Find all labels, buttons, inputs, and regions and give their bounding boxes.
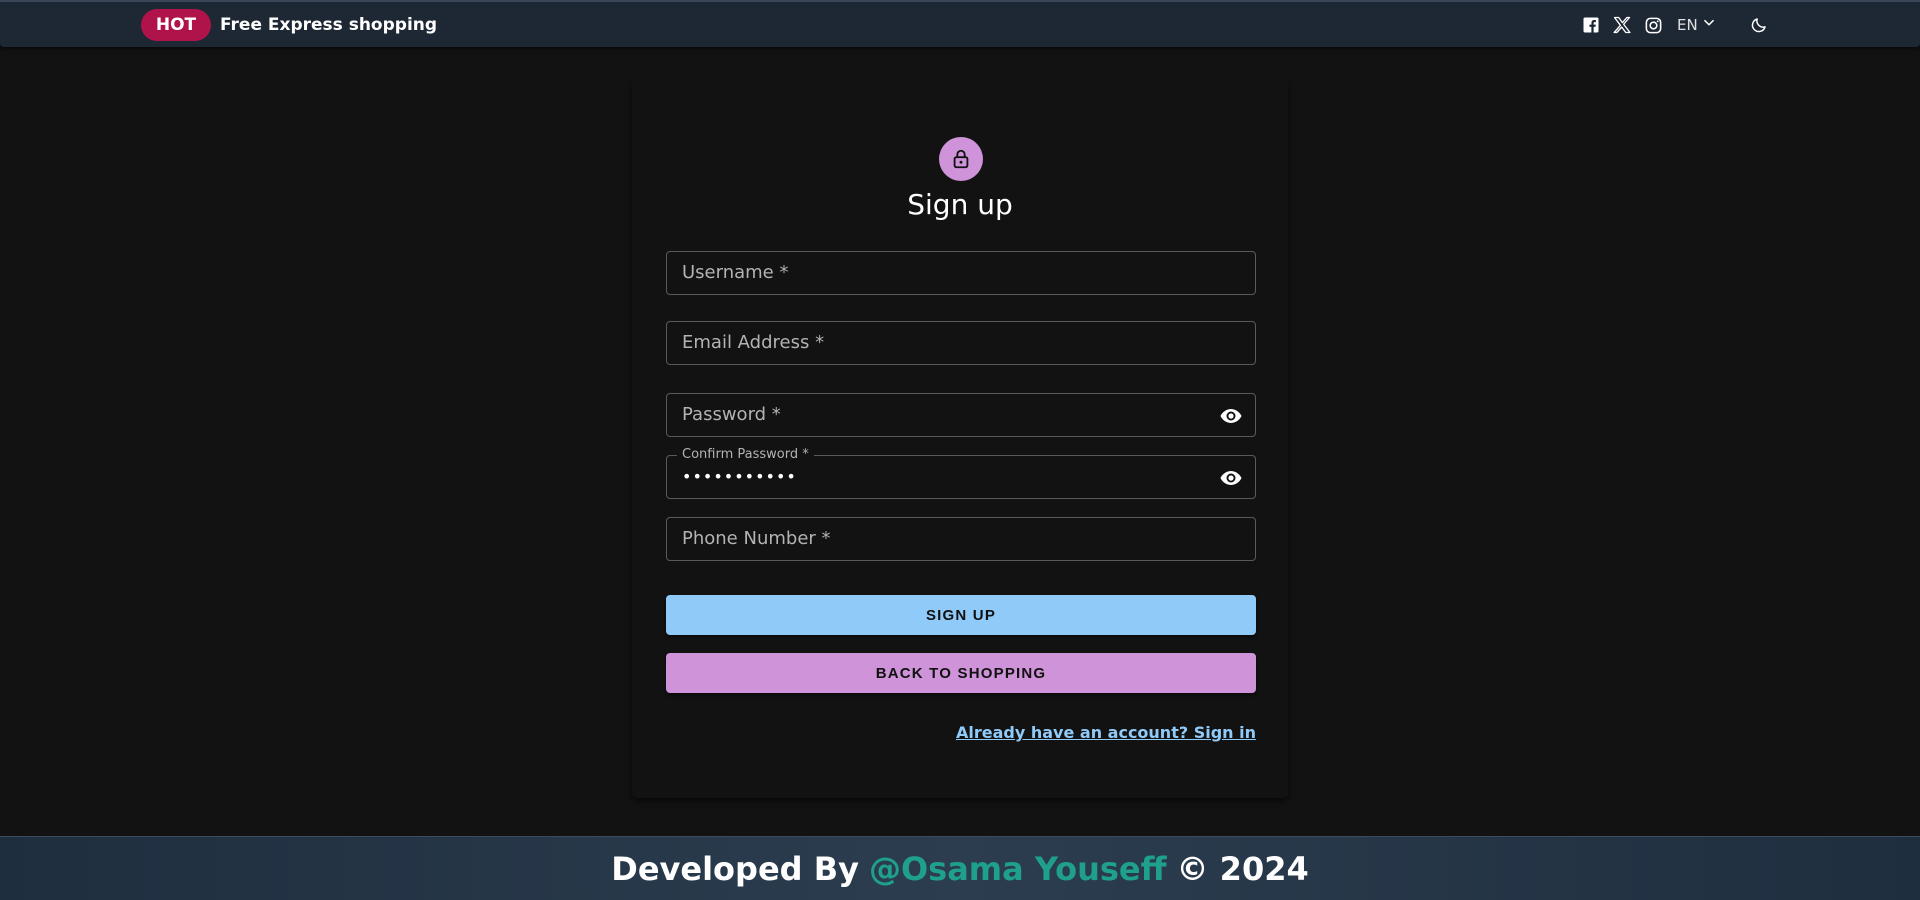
x-icon[interactable] xyxy=(1611,14,1633,36)
top-bar: HOT Free Express shopping EN xyxy=(0,0,1920,47)
footer: Developed By @Osama Youseff © 2024 xyxy=(0,836,1920,900)
promo-text: Free Express shopping xyxy=(220,15,438,35)
signup-card: Sign up Username * Email Address * Passw… xyxy=(632,82,1288,798)
language-selector[interactable]: EN xyxy=(1677,14,1716,36)
phone-field[interactable]: Phone Number * xyxy=(666,517,1256,561)
footer-copyright: © 2024 xyxy=(1176,849,1309,888)
email-field[interactable]: Email Address * xyxy=(666,321,1256,365)
instagram-icon[interactable] xyxy=(1642,14,1664,36)
confirm-password-field[interactable]: Confirm Password * ••••••••••• xyxy=(666,447,1256,499)
hot-badge: HOT xyxy=(141,9,211,41)
username-field[interactable]: Username * xyxy=(666,251,1256,295)
moon-icon[interactable] xyxy=(1748,14,1770,36)
username-label: Username * xyxy=(682,262,789,283)
password-label: Password * xyxy=(682,404,781,425)
page-title: Sign up xyxy=(907,188,1013,221)
eye-icon[interactable] xyxy=(1219,466,1243,490)
lock-icon xyxy=(939,137,983,181)
chevron-down-icon xyxy=(1702,14,1716,36)
confirm-password-value: ••••••••••• xyxy=(682,467,797,486)
footer-author-link[interactable]: @Osama Youseff xyxy=(869,850,1167,888)
facebook-icon[interactable] xyxy=(1580,14,1602,36)
password-field[interactable]: Password * xyxy=(666,393,1256,437)
signin-link[interactable]: Already have an account? Sign in xyxy=(956,723,1256,742)
phone-label: Phone Number * xyxy=(682,528,831,549)
footer-prefix: Developed By xyxy=(611,849,859,888)
signup-button[interactable]: SIGN UP xyxy=(666,595,1256,635)
language-label: EN xyxy=(1677,16,1698,34)
back-to-shopping-button[interactable]: BACK TO SHOPPING xyxy=(666,653,1256,693)
email-label: Email Address * xyxy=(682,332,825,353)
eye-icon[interactable] xyxy=(1219,404,1243,428)
